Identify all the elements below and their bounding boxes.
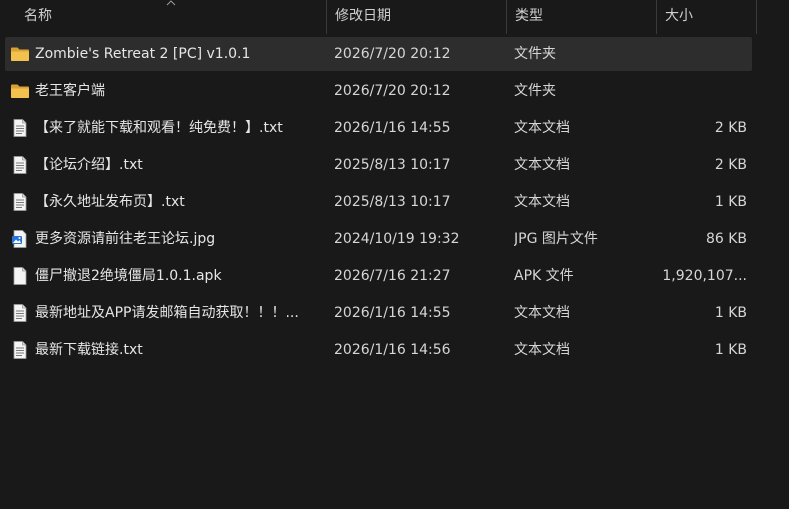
- text-document-icon: [10, 192, 30, 212]
- file-size: [657, 37, 747, 71]
- image-file-icon: [10, 229, 30, 249]
- file-modified-date: 2026/7/20 20:12: [334, 83, 451, 99]
- file-type: 文本文档: [514, 120, 570, 136]
- file-row[interactable]: 【来了就能下载和观看！纯免费！】.txt 2026/1/16 14:55 文本文档 2…: [5, 111, 752, 145]
- text-document-icon: [10, 340, 30, 360]
- file-modified-date: 2026/1/16 14:56: [334, 342, 451, 358]
- file-type: 文件夹: [514, 83, 556, 99]
- folder-icon: [10, 44, 30, 64]
- file-size: 1,920,107...: [662, 268, 747, 284]
- file-row[interactable]: 更多资源请前往老王论坛.jpg 2024/10/19 19:32 JPG 图片文件 8…: [5, 222, 752, 256]
- file-size: 1 KB: [714, 194, 747, 210]
- column-header-date[interactable]: 修改日期: [327, 0, 507, 34]
- file-type: 文件夹: [514, 46, 556, 62]
- file-modified-date: 2025/8/13 10:17: [334, 157, 451, 173]
- file-name: 老王客户端: [35, 83, 105, 99]
- file-type: 文本文档: [514, 194, 570, 210]
- file-type: 文本文档: [514, 342, 570, 358]
- file-size: 1 KB: [714, 305, 747, 321]
- file-modified-date: 2026/7/20 20:12: [334, 46, 451, 62]
- file-name: Zombie's Retreat 2 [PC] v1.0.1: [35, 46, 251, 62]
- file-name: 【来了就能下载和观看！纯免费！】.txt: [35, 120, 283, 136]
- file-type: 文本文档: [514, 157, 570, 173]
- file-modified-date: 2026/7/16 21:27: [334, 268, 451, 284]
- folder-icon: [10, 81, 30, 101]
- file-row[interactable]: 老王客户端 2026/7/20 20:12 文件夹: [5, 74, 752, 108]
- file-size: 1 KB: [714, 342, 747, 358]
- column-header-bar: 名称 修改日期 类型 大小: [0, 0, 789, 34]
- file-row[interactable]: 僵尸撤退2绝境僵局1.0.1.apk 2026/7/16 21:27 APK 文件 1…: [5, 259, 752, 293]
- file-type: APK 文件: [514, 268, 574, 284]
- file-type: JPG 图片文件: [514, 231, 598, 247]
- file-row[interactable]: Zombie's Retreat 2 [PC] v1.0.1 2026/7/20 …: [5, 37, 752, 71]
- file-row[interactable]: 最新下载链接.txt 2026/1/16 14:56 文本文档 1 KB: [5, 333, 752, 367]
- file-type: 文本文档: [514, 305, 570, 321]
- file-modified-date: 2024/10/19 19:32: [334, 231, 460, 247]
- file-size: 86 KB: [705, 231, 747, 247]
- file-size: [657, 74, 747, 108]
- text-document-icon: [10, 155, 30, 175]
- file-modified-date: 2025/8/13 10:17: [334, 194, 451, 210]
- file-name: 更多资源请前往老王论坛.jpg: [35, 231, 216, 247]
- file-row[interactable]: 【论坛介绍】.txt 2025/8/13 10:17 文本文档 2 KB: [5, 148, 752, 182]
- file-name: 【永久地址发布页】.txt: [35, 194, 185, 210]
- column-header-type[interactable]: 类型: [507, 0, 657, 34]
- file-size: 2 KB: [714, 120, 747, 136]
- column-header-size[interactable]: 大小: [657, 0, 757, 34]
- file-name: 最新下载链接.txt: [35, 342, 143, 358]
- file-name: 【论坛介绍】.txt: [35, 157, 143, 173]
- text-document-icon: [10, 118, 30, 138]
- file-name: 僵尸撤退2绝境僵局1.0.1.apk: [35, 268, 222, 284]
- sort-ascending-icon: [166, 0, 176, 6]
- file-row[interactable]: 【永久地址发布页】.txt 2025/8/13 10:17 文本文档 1 KB: [5, 185, 752, 219]
- blank-file-icon: [10, 266, 30, 286]
- text-document-icon: [10, 303, 30, 323]
- file-size: 2 KB: [714, 157, 747, 173]
- file-row[interactable]: 最新地址及APP请发邮箱自动获取！！！... 2026/1/16 14:55 文本文…: [5, 296, 752, 330]
- file-modified-date: 2026/1/16 14:55: [334, 305, 451, 321]
- file-modified-date: 2026/1/16 14:55: [334, 120, 451, 136]
- file-name: 最新地址及APP请发邮箱自动获取！！！...: [35, 305, 299, 321]
